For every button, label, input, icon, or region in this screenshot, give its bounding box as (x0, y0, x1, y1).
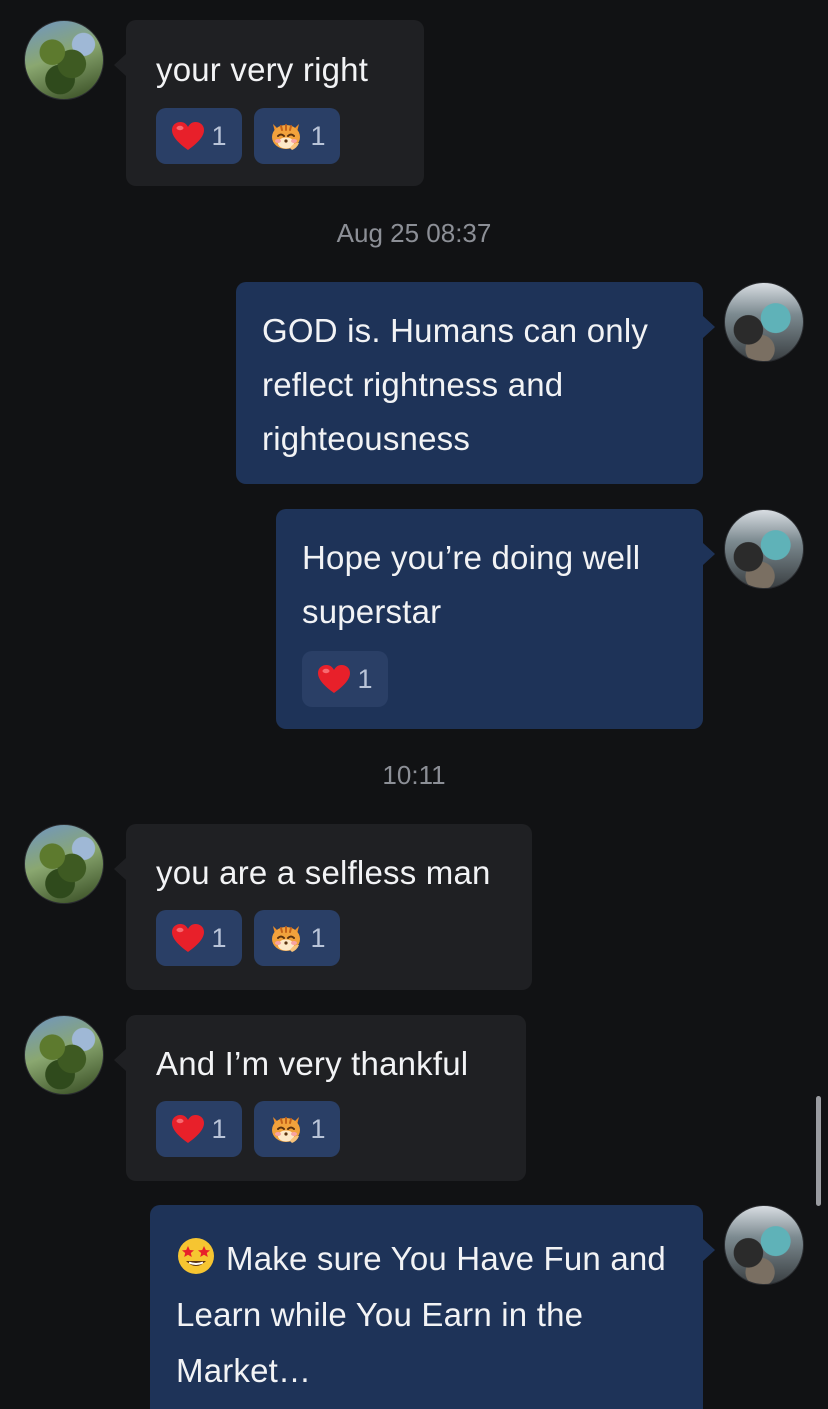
reaction-count: 1 (310, 1113, 326, 1144)
message-bubble-outgoing[interactable]: Make sure You Have Fun and Learn while Y… (150, 1205, 715, 1409)
reaction-count: 1 (211, 922, 227, 953)
timestamp-divider: Aug 25 08:37 (336, 218, 492, 248)
contact-avatar[interactable] (24, 1015, 104, 1095)
reaction-count: 1 (211, 120, 227, 151)
heart-icon (171, 121, 205, 151)
reaction-heart[interactable]: 1 (156, 1101, 242, 1157)
timestamp-divider: 10:11 (382, 760, 446, 790)
message-text-content: Make sure You Have Fun and Learn while Y… (176, 1240, 666, 1389)
user-avatar[interactable] (724, 509, 804, 589)
message-bubble-incoming[interactable]: And I’m very thankful 1 1 (114, 1015, 526, 1181)
star-struck-icon (176, 1236, 216, 1276)
tiger-face-icon (268, 1111, 304, 1147)
reaction-count: 1 (310, 120, 326, 151)
tiger-face-icon (268, 920, 304, 956)
reaction-list: 1 (302, 651, 677, 707)
reaction-list: 1 1 (156, 910, 502, 966)
reaction-count: 1 (211, 1113, 227, 1144)
chat-thread: your very right 1 1 Aug 25 08:37 GOD is.… (0, 0, 828, 1409)
message-bubble-outgoing[interactable]: GOD is. Humans can only reflect rightnes… (236, 282, 715, 484)
scrollbar-thumb[interactable] (816, 1096, 821, 1206)
reaction-heart[interactable]: 1 (156, 108, 242, 164)
message-text: Make sure You Have Fun and Learn while Y… (176, 1231, 677, 1399)
message-bubble-incoming[interactable]: you are a selfless man 1 1 (114, 824, 532, 990)
reaction-tiger[interactable]: 1 (254, 1101, 340, 1157)
reaction-count: 1 (310, 922, 326, 953)
message-text: And I’m very thankful (156, 1045, 469, 1082)
heart-icon (171, 1114, 205, 1144)
message-text: you are a selfless man (156, 854, 491, 891)
message-text: GOD is. Humans can only reflect rightnes… (262, 312, 649, 457)
contact-avatar[interactable] (24, 824, 104, 904)
tiger-face-icon (268, 118, 304, 154)
contact-avatar[interactable] (24, 20, 104, 100)
message-text: your very right (156, 51, 369, 88)
reaction-list: 1 1 (156, 1101, 496, 1157)
message-bubble-outgoing[interactable]: Hope you’re doing well superstar 1 (276, 509, 715, 729)
user-avatar[interactable] (724, 1205, 804, 1285)
reaction-tiger[interactable]: 1 (254, 108, 340, 164)
reaction-heart[interactable]: 1 (156, 910, 242, 966)
reaction-heart[interactable]: 1 (302, 651, 388, 707)
user-avatar[interactable] (724, 282, 804, 362)
reaction-tiger[interactable]: 1 (254, 910, 340, 966)
reaction-count: 1 (357, 663, 373, 694)
heart-icon (317, 664, 351, 694)
reaction-list: 1 1 (156, 108, 394, 164)
message-bubble-incoming[interactable]: your very right 1 1 (114, 20, 424, 186)
heart-icon (171, 923, 205, 953)
message-text: Hope you’re doing well superstar (302, 539, 641, 630)
